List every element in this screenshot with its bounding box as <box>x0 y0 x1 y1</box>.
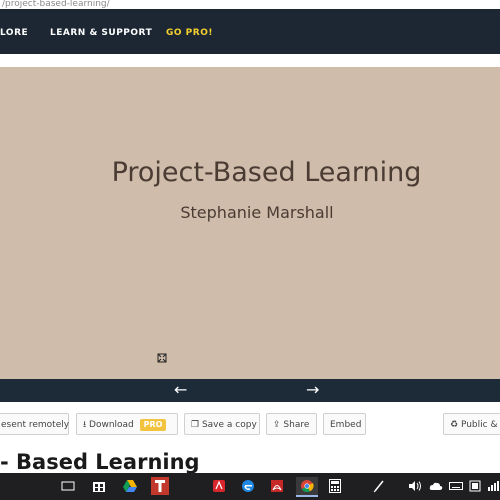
pdf-icon[interactable] <box>268 477 286 495</box>
public-label: Public & <box>460 420 498 430</box>
share-button[interactable]: ⇪ Share <box>266 413 317 435</box>
t-app-icon[interactable] <box>151 477 169 495</box>
nav-item-explore[interactable]: LORE <box>0 28 28 38</box>
calculator-icon[interactable] <box>326 477 344 495</box>
nav-item-go-pro[interactable]: GO PRO! <box>166 28 213 38</box>
divider <box>0 54 500 67</box>
public-button[interactable]: ♻ Public & <box>443 413 500 435</box>
action-buttons: esent remotely ⭳ Download PRO ❐ Save a c… <box>0 413 500 437</box>
slide-title: Project-Based Learning <box>111 157 422 188</box>
network-icon[interactable] <box>484 477 500 495</box>
slide-controls: ← → <box>0 379 500 402</box>
download-label: Download <box>89 420 134 430</box>
volume-icon[interactable] <box>406 477 424 495</box>
pen-icon[interactable] <box>370 477 388 495</box>
slide-subtitle: Stephanie Marshall <box>180 203 334 222</box>
share-label: Share <box>283 420 310 430</box>
page-title: - Based Learning <box>0 450 200 474</box>
recycle-icon: ♻ <box>450 420 459 430</box>
share-icon: ⇪ <box>273 420 281 430</box>
system-icon[interactable] <box>466 477 484 495</box>
drive-icon[interactable] <box>121 477 139 495</box>
pro-badge: PRO <box>139 418 167 431</box>
prev-slide-arrow-icon[interactable]: ← <box>174 382 187 398</box>
save-copy-button[interactable]: ❐ Save a copy <box>184 413 260 435</box>
edge-icon[interactable] <box>239 477 257 495</box>
fullscreen-icon[interactable] <box>157 353 167 363</box>
windows-taskbar <box>0 473 500 500</box>
download-button[interactable]: ⭳ Download PRO <box>76 413 178 435</box>
task-view-icon[interactable] <box>59 477 77 495</box>
present-remotely-label: esent remotely <box>1 420 70 430</box>
keyboard-icon[interactable] <box>447 477 465 495</box>
save-copy-label: Save a copy <box>201 420 257 430</box>
embed-button[interactable]: Embed <box>323 413 366 435</box>
acrobat-icon[interactable] <box>210 477 228 495</box>
next-slide-arrow-icon[interactable]: → <box>306 382 319 398</box>
download-icon: ⭳ <box>83 420 87 430</box>
address-bar[interactable]: /project-based-learning/ <box>0 0 500 9</box>
copy-icon: ❐ <box>191 420 200 430</box>
presentation-slide[interactable]: Project-Based Learning Stephanie Marshal… <box>0 67 500 379</box>
chrome-icon[interactable] <box>296 477 318 497</box>
present-remotely-button[interactable]: esent remotely <box>0 413 69 435</box>
store-icon[interactable] <box>90 477 108 495</box>
top-navigation: LORE LEARN & SUPPORT GO PRO! <box>0 9 500 54</box>
cloud-icon[interactable] <box>427 477 445 495</box>
embed-label: Embed <box>330 420 362 430</box>
nav-item-learn-support[interactable]: LEARN & SUPPORT <box>50 28 152 38</box>
